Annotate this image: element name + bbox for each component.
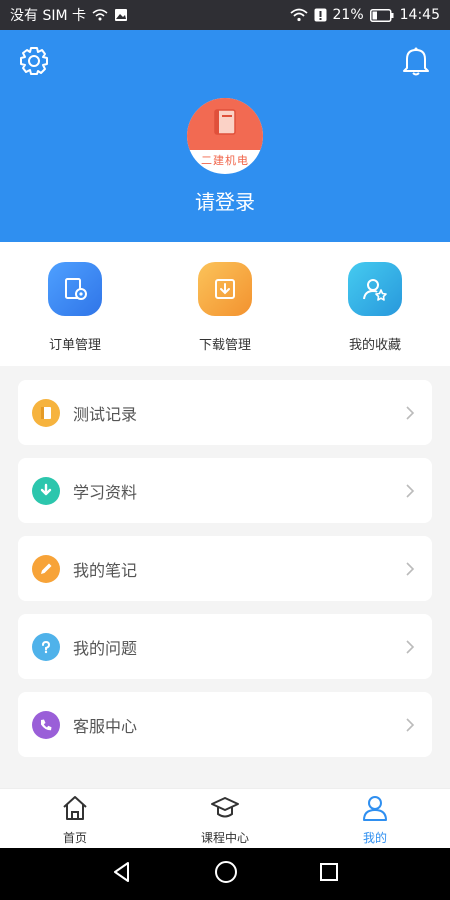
- home-icon: [60, 793, 90, 827]
- menu-item-customer-service[interactable]: 客服中心: [18, 692, 432, 757]
- book-icon: [210, 107, 240, 141]
- wifi-off-icon: [92, 8, 108, 22]
- chevron-right-icon: [402, 405, 418, 421]
- menu-item-label: 学习资料: [73, 482, 138, 502]
- bell-icon: [401, 45, 431, 81]
- quick-action-downloads[interactable]: 下载管理: [150, 242, 300, 366]
- avatar-caption: 二建机电: [201, 154, 249, 167]
- recents-icon[interactable]: [318, 861, 340, 887]
- tab-home[interactable]: 首页: [0, 789, 150, 848]
- chevron-right-icon: [402, 717, 418, 733]
- pencil-icon: [32, 554, 60, 583]
- menu-list: 测试记录 学习资料 我的笔记 我的问题 客服中心: [18, 380, 432, 770]
- quick-action-orders[interactable]: 订单管理: [0, 242, 150, 366]
- battery-percent: 21%: [332, 7, 364, 23]
- settings-button[interactable]: [17, 46, 51, 80]
- quick-actions: 订单管理 下载管理 我的收藏: [0, 242, 450, 366]
- order-settings-icon: [48, 262, 102, 316]
- status-bar: 没有 SIM 卡 21% 14:45: [0, 0, 450, 30]
- login-link[interactable]: 请登录: [0, 186, 450, 215]
- menu-item-study-materials[interactable]: 学习资料: [18, 458, 432, 523]
- chevron-right-icon: [402, 561, 418, 577]
- menu-item-label: 我的笔记: [73, 560, 138, 580]
- tab-label: 我的: [362, 831, 387, 845]
- menu-item-label: 测试记录: [73, 404, 138, 424]
- tab-label: 课程中心: [200, 831, 249, 845]
- menu-item-label: 客服中心: [73, 716, 138, 736]
- menu-item-label: 我的问题: [73, 638, 138, 658]
- system-nav-bar: [0, 848, 450, 900]
- quick-action-favorites[interactable]: 我的收藏: [300, 242, 450, 366]
- profile-header: 二建机电 请登录: [0, 30, 450, 242]
- download-icon: [198, 262, 252, 316]
- download-arrow-icon: [32, 476, 60, 505]
- user-star-icon: [348, 262, 402, 316]
- bottom-tab-bar: 首页 课程中心 我的: [0, 788, 450, 848]
- menu-item-my-notes[interactable]: 我的笔记: [18, 536, 432, 601]
- quick-action-label: 订单管理: [48, 338, 101, 353]
- graduation-cap-icon: [210, 793, 240, 827]
- clock: 14:45: [399, 7, 440, 23]
- gear-icon: [18, 45, 50, 81]
- back-icon[interactable]: [110, 860, 134, 888]
- image-icon: [114, 8, 128, 22]
- home-circle-icon[interactable]: [213, 859, 239, 889]
- chevron-right-icon: [402, 639, 418, 655]
- notebook-icon: [32, 398, 60, 427]
- quick-action-label: 我的收藏: [348, 338, 401, 353]
- carrier-label: 没有 SIM 卡: [10, 8, 86, 24]
- menu-item-my-questions[interactable]: 我的问题: [18, 614, 432, 679]
- battery-icon: [369, 8, 394, 22]
- avatar[interactable]: 二建机电: [187, 98, 263, 174]
- phone-icon: [32, 710, 60, 739]
- tab-mine[interactable]: 我的: [300, 789, 450, 848]
- chevron-right-icon: [402, 483, 418, 499]
- tab-label: 首页: [62, 831, 87, 845]
- user-icon: [360, 793, 390, 827]
- menu-item-test-records[interactable]: 测试记录: [18, 380, 432, 445]
- alert-icon: [314, 8, 327, 22]
- wifi-icon: [289, 8, 308, 22]
- tab-courses[interactable]: 课程中心: [150, 789, 300, 848]
- quick-action-label: 下载管理: [198, 338, 251, 353]
- question-icon: [32, 632, 60, 661]
- notifications-button[interactable]: [399, 46, 433, 80]
